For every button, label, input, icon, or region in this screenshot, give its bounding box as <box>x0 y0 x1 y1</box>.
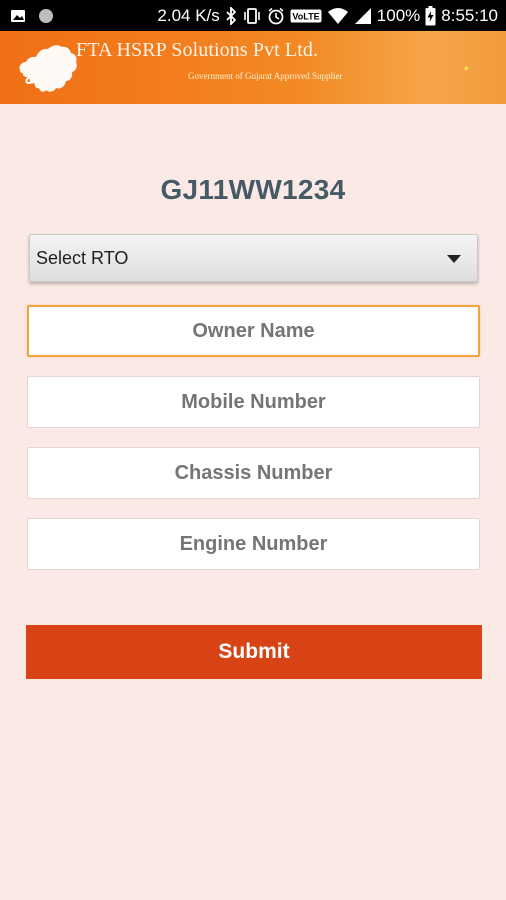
rto-select-dropdown[interactable]: Select RTO <box>29 234 478 282</box>
bluetooth-icon <box>225 6 237 25</box>
status-time: 8:55:10 <box>441 5 498 25</box>
vehicle-registration-number: GJ11WW1234 <box>160 174 346 205</box>
company-name: FTA HSRP Solutions Pvt Ltd. <box>76 39 319 61</box>
vibrate-icon <box>242 7 262 25</box>
dropdown-arrow-icon <box>447 255 461 263</box>
rto-select-label: Select RTO <box>36 247 129 268</box>
circle-notification-icon <box>38 8 54 24</box>
network-speed: 2.04 K/s <box>157 5 220 25</box>
chassis-number-input[interactable] <box>27 447 480 499</box>
alarm-icon <box>267 7 285 25</box>
wifi-icon <box>327 7 349 25</box>
mobile-number-input[interactable] <box>27 376 480 428</box>
cellular-signal-icon <box>354 7 372 25</box>
battery-charging-icon <box>425 5 436 26</box>
volte-badge: VoLTE <box>292 11 319 21</box>
status-bar-right: 2.04 K/s VoLTE 100% 8:55:10 <box>157 5 498 26</box>
engine-number-input[interactable] <box>27 518 480 570</box>
image-icon <box>10 8 26 24</box>
status-bar-left <box>10 8 54 24</box>
volte-icon: VoLTE <box>290 8 322 24</box>
battery-percent: 100% <box>376 5 421 25</box>
app-header-banner: FTA HSRP Solutions Pvt Ltd. Government o… <box>0 31 506 104</box>
owner-name-input[interactable] <box>27 305 480 357</box>
gujarat-map-logo <box>19 45 77 92</box>
sparkle-icon: ✦ <box>462 64 471 75</box>
company-tagline: Government of Gujarat Approved Supplier <box>188 71 343 81</box>
submit-button[interactable]: Submit <box>26 625 482 679</box>
status-bar: 2.04 K/s VoLTE 100% 8:55:10 <box>0 0 506 31</box>
